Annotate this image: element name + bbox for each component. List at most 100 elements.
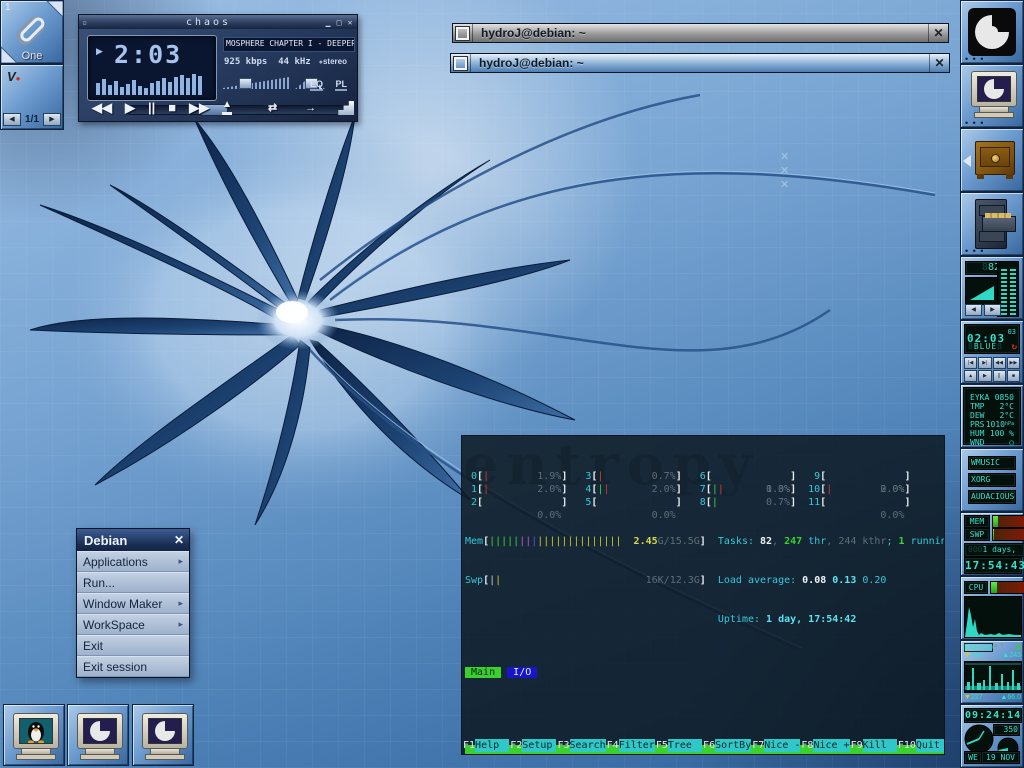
fkey-action[interactable]: Kill bbox=[863, 739, 897, 752]
dock-clock-dockapp[interactable]: 09:24:14 350 WE 19 NOV bbox=[960, 704, 1024, 768]
fkey-action[interactable]: Setup bbox=[522, 739, 556, 752]
stop-button[interactable]: ■ bbox=[168, 99, 176, 117]
dock-wmnd-dockapp[interactable]: ENP4S0▲▼8 ▼345▲243 ▼227▲66.0 bbox=[960, 640, 1024, 704]
dock-filecabinet-tile[interactable]: • • • bbox=[960, 192, 1024, 256]
dock-xterm-tile[interactable]: • • • bbox=[960, 64, 1024, 128]
dock-cpuload-dockapp[interactable]: CPU bbox=[960, 576, 1024, 640]
terminal2-miniaturize-button[interactable] bbox=[451, 54, 471, 72]
wmusic-rewind-button[interactable]: ◀◀ bbox=[993, 357, 1006, 369]
dock-meminfo-dockapp[interactable]: MEM SWP 0001 days, 17:54:43 bbox=[960, 512, 1024, 576]
player-close-button[interactable]: ✕ bbox=[346, 18, 357, 27]
player-titlebar[interactable]: ▫ chaos ▁ □ ✕ bbox=[79, 15, 357, 29]
fkey-action[interactable]: Quit bbox=[916, 739, 944, 752]
running-indicator: • • • bbox=[965, 121, 984, 125]
dock-wmusic-dockapp[interactable]: 02:03 03 8BLUE8 ↻ |◀ ▶| ◀◀ ▶▶ ▲ ▶ || ■ bbox=[960, 320, 1024, 384]
window-maker-logo-icon bbox=[968, 8, 1016, 56]
playlist-button[interactable]: PL bbox=[335, 79, 347, 91]
mixer-next-channel-button[interactable]: ▶ bbox=[984, 304, 1001, 316]
play-button[interactable]: ▶ bbox=[125, 99, 135, 117]
menu-items[interactable]: Applications ▸ Run... Window Maker ▸ Wor… bbox=[77, 551, 189, 677]
workspace-name: One bbox=[1, 50, 63, 62]
fkey-action[interactable]: Search bbox=[570, 739, 606, 752]
volume-slider[interactable] bbox=[223, 77, 289, 89]
repeat-button[interactable]: → bbox=[305, 99, 316, 117]
cpu-label: CPU bbox=[964, 581, 988, 594]
analog-clock-icon bbox=[964, 724, 994, 754]
wmusic-eject-button[interactable]: ▲ bbox=[964, 370, 977, 382]
terminal1-title: hydroJ@debian: ~ bbox=[473, 24, 928, 42]
wmusic-prev-button[interactable]: |◀ bbox=[964, 357, 977, 369]
pager-prev-button[interactable]: ◀ bbox=[3, 113, 21, 126]
fkey-action[interactable]: Filter bbox=[619, 739, 655, 752]
player-shade-button[interactable]: □ bbox=[335, 18, 346, 27]
cpu-meters: 0[|1.9%]3[|0.7%]6[0.0%]9[0.0%]1[|2.0%]4[… bbox=[465, 470, 944, 509]
appicon-wmaker-1[interactable] bbox=[67, 704, 129, 766]
menu-item[interactable]: Applications ▸ bbox=[77, 551, 189, 572]
wmusic-stop-button[interactable]: ■ bbox=[1007, 370, 1020, 382]
function-key-bar[interactable]: F1HelpF2SetupF3SearchF4FilterF5TreeF6Sor… bbox=[462, 739, 944, 752]
debian-root-menu[interactable]: Debian ✕ Applications ▸ Run... Window Ma… bbox=[76, 528, 190, 678]
dock-weather-dockapp[interactable]: EYKA0850TMP2°CDEW2°CPRS1010hPaHUM100 %WN… bbox=[960, 384, 1024, 448]
tux-icon bbox=[25, 719, 47, 743]
running-indicator: • • • bbox=[965, 57, 984, 61]
terminal1-miniaturize-button[interactable] bbox=[453, 24, 473, 42]
appicon-xterm-tux[interactable] bbox=[3, 704, 65, 766]
mixer-prev-channel-button[interactable]: ◀ bbox=[965, 304, 982, 316]
wmusic-forward-button[interactable]: ▶▶ bbox=[1007, 357, 1020, 369]
workspace-number: 1 bbox=[5, 2, 11, 13]
menu-titlebar[interactable]: Debian ✕ bbox=[77, 529, 189, 551]
dock-mixer-dockapp[interactable]: 882 ◀ ▶ bbox=[960, 256, 1024, 320]
drawer-icon bbox=[975, 141, 1015, 175]
pause-button[interactable]: || bbox=[148, 99, 155, 117]
eject-button[interactable]: ▲ bbox=[222, 101, 232, 115]
window-maker-logo-icon bbox=[89, 720, 111, 742]
wmusic-pause-button[interactable]: || bbox=[993, 370, 1006, 382]
terminal-window-1-shaded[interactable]: hydroJ@debian: ~ ✕ bbox=[452, 23, 949, 43]
dock-drawer-tile[interactable] bbox=[960, 128, 1024, 192]
fkey-number: F9 bbox=[850, 739, 863, 752]
menu-item[interactable]: Exit session bbox=[77, 656, 189, 677]
fkey-action[interactable]: Nice - bbox=[764, 739, 800, 752]
menu-item[interactable]: Window Maker ▸ bbox=[77, 593, 189, 614]
menu-item[interactable]: Run... bbox=[77, 572, 189, 593]
pager-dockapp[interactable]: V● ◀ 1/1 ▶ bbox=[0, 64, 64, 130]
player-menu-icon[interactable]: ▫ bbox=[79, 18, 93, 27]
weather-row: DEW2°C bbox=[970, 411, 1014, 420]
weekday-display: WE bbox=[964, 751, 982, 764]
wmusic-next-button[interactable]: ▶| bbox=[978, 357, 991, 369]
pager-next-button[interactable]: ▶ bbox=[43, 113, 61, 126]
htop-terminal-window[interactable]: 0[|1.9%]3[|0.7%]6[0.0%]9[0.0%]1[|2.0%]4[… bbox=[461, 435, 945, 755]
top-process-name: XORG bbox=[968, 473, 1016, 487]
dock-wmtop-dockapp[interactable]: WMUSICXORGAUDACIOUS bbox=[960, 448, 1024, 512]
terminal-window-2-shaded[interactable]: hydroJ@debian: ~ ✕ bbox=[450, 53, 950, 73]
wmusic-buttons[interactable]: |◀ ▶| ◀◀ ▶▶ ▲ ▶ || ■ bbox=[964, 357, 1020, 382]
fkey-action[interactable]: SortBy bbox=[715, 739, 751, 752]
wmusic-play-button[interactable]: ▶ bbox=[978, 370, 991, 382]
appicon-wmaker-2[interactable] bbox=[132, 704, 194, 766]
previous-button[interactable]: ◀◀ bbox=[92, 99, 112, 117]
audio-player-window[interactable]: ▫ chaos ▁ □ ✕ ▶ 2:03 MOSPHERE CHAPTER I … bbox=[78, 14, 358, 122]
menu-item[interactable]: Exit bbox=[77, 635, 189, 656]
dock-wmaker-tile[interactable]: • • • bbox=[960, 0, 1024, 64]
fkey-action[interactable]: Help bbox=[475, 739, 509, 752]
counter-display: 350 bbox=[993, 724, 1020, 736]
fkey-action[interactable]: Nice + bbox=[813, 739, 849, 752]
date-display: 19 NOV bbox=[981, 751, 1020, 764]
menu-close-icon[interactable]: ✕ bbox=[169, 533, 189, 547]
menu-item[interactable]: WorkSpace ▸ bbox=[77, 614, 189, 635]
terminal1-close-button[interactable]: ✕ bbox=[928, 24, 948, 42]
workspace-clip[interactable]: 1 One bbox=[0, 0, 64, 64]
shuffle-button[interactable]: ⇄ bbox=[268, 99, 277, 117]
next-button[interactable]: ▶▶ bbox=[189, 99, 209, 117]
fkey-action[interactable]: Tree bbox=[668, 739, 702, 752]
equalizer-button[interactable]: EQ bbox=[310, 79, 323, 91]
fkey-number: F6 bbox=[702, 739, 715, 752]
player-minimize-button[interactable]: ▁ bbox=[324, 18, 335, 27]
weather-row: PRS1010hPa bbox=[970, 420, 1014, 429]
drawer-collapse-arrow-icon[interactable] bbox=[963, 155, 971, 167]
volume-ramp[interactable] bbox=[965, 277, 1001, 305]
track-title-marquee[interactable]: MOSPHERE CHAPTER I - DEEPER DRL bbox=[223, 37, 355, 52]
terminal2-close-button[interactable]: ✕ bbox=[929, 54, 949, 72]
htop-tabs[interactable]: Main I/O bbox=[465, 666, 944, 680]
fkey-number: F7 bbox=[751, 739, 764, 752]
